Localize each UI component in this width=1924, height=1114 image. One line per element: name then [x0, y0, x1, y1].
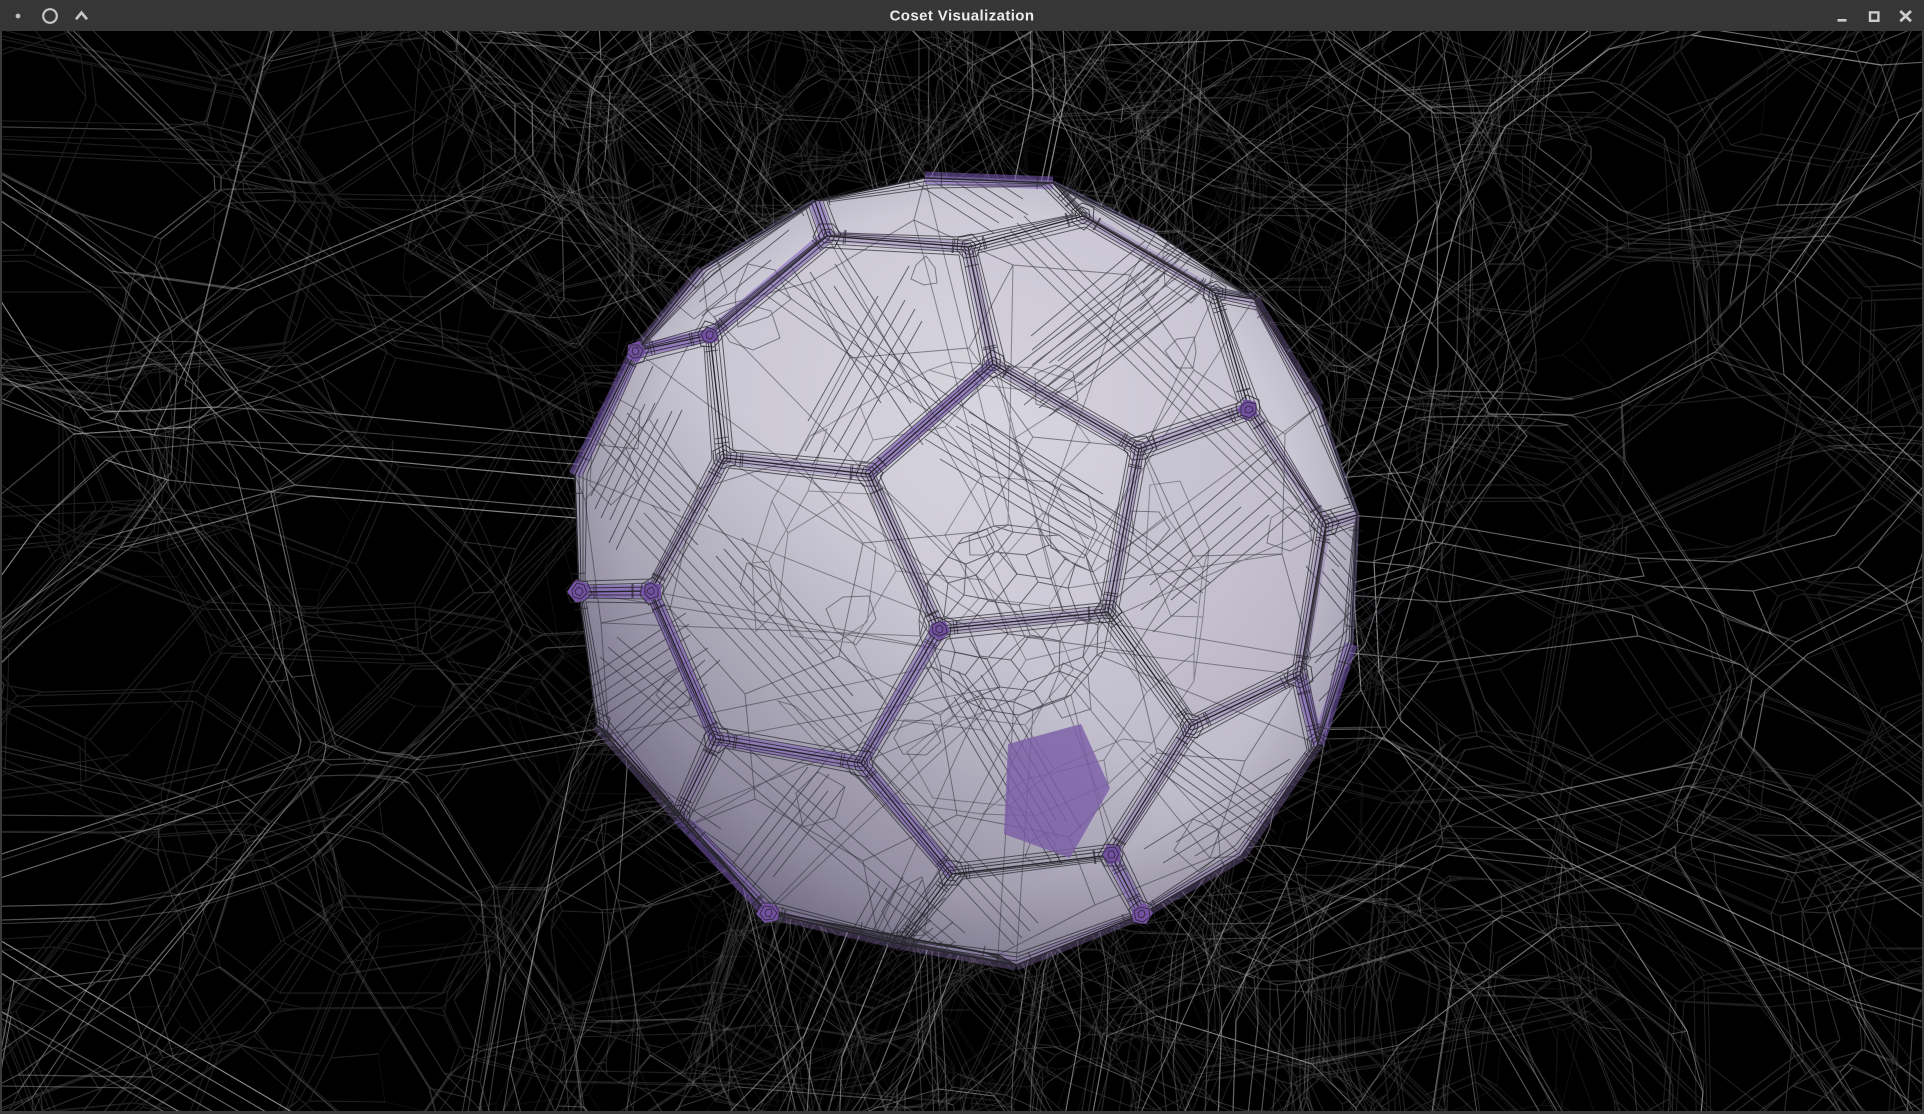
svg-text:Coset Visualization: Coset Visualization	[890, 8, 1035, 25]
